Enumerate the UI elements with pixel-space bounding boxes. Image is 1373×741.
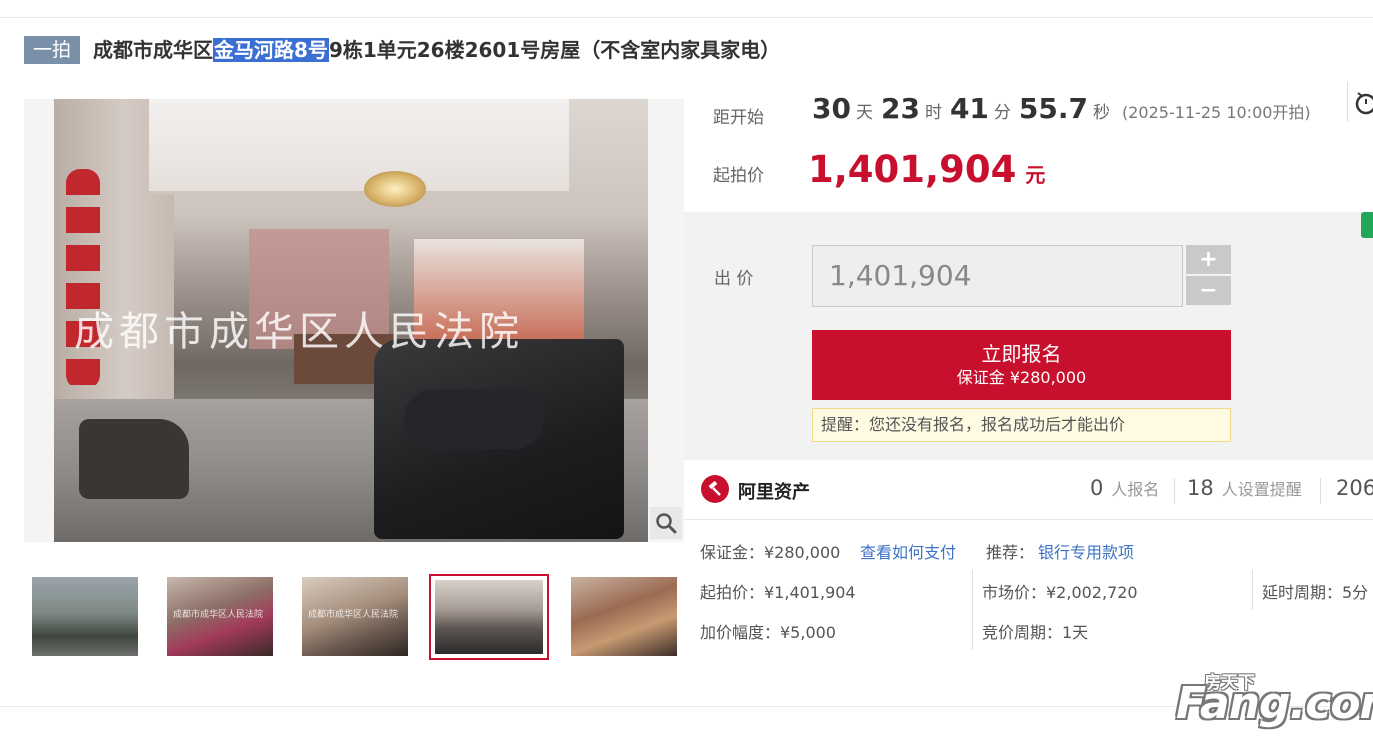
deposit-info: 保证金：¥280,000: [700, 543, 841, 562]
signup-notice: 提醒：您还没有报名，报名成功后才能出价: [812, 408, 1231, 442]
thumbnail-1[interactable]: [32, 577, 138, 656]
bank-funds-link[interactable]: 银行专用款项: [1038, 539, 1134, 563]
thumbnail-4-image: [435, 580, 543, 654]
hammer-icon: [708, 480, 721, 496]
bid-panel: 出 价 1,401,904 + − 立即报名 保证金 ¥280,000 提醒：您…: [684, 212, 1373, 460]
bid-label: 出 价: [714, 269, 754, 289]
signup-count-value: 0: [1090, 476, 1104, 500]
ali-assets-logo-icon: [701, 475, 729, 503]
title-prefix: 成都市成华区: [93, 38, 214, 62]
thumbnail-2[interactable]: 成都市成华区人民法院: [167, 577, 273, 656]
signup-count-label: 人报名: [1111, 480, 1160, 499]
thumbnail-1-image: [32, 577, 138, 656]
auction-page: 一拍 成都市成华区金马河路8号9栋1单元26楼2601号房屋（不含室内家具家电）…: [0, 0, 1373, 741]
ali-assets-brand[interactable]: 阿里资产: [738, 478, 810, 504]
stat-divider: [1320, 478, 1321, 504]
reminder-clock[interactable]: [1347, 82, 1373, 122]
start-price-label: 起拍价: [713, 166, 764, 186]
signup-count: 0 人报名: [1090, 476, 1159, 500]
countdown-minutes: 41: [949, 92, 989, 125]
main-photo: 成都市成华区人民法院: [54, 99, 648, 542]
countdown-label: 距开始: [713, 108, 764, 128]
countdown-hours: 23: [880, 92, 920, 125]
bottom-divider: [0, 706, 1373, 707]
title-row: 一拍 成都市成华区金马河路8号9栋1单元26楼2601号房屋（不含室内家具家电）: [24, 34, 780, 66]
how-to-pay-link[interactable]: 查看如何支付: [860, 539, 956, 563]
alarm-clock-icon: [1355, 92, 1373, 115]
increment-info: 加价幅度：¥5,000: [700, 623, 836, 642]
fang-logo: 房天下 Fang.com: [1176, 668, 1373, 732]
countdown-minutes-unit: 分: [993, 103, 1011, 123]
bid-plus-button[interactable]: +: [1186, 245, 1231, 274]
delay-period-info: 延时周期：5分: [1262, 583, 1369, 602]
countdown-days: 30: [812, 92, 851, 125]
bid-period-info: 竞价周期：1天: [982, 623, 1089, 642]
countdown-panel: 距开始 30 天 23 时 41 分 55.7 秒 (2025-11-25 10:00开…: [684, 70, 1373, 212]
start-time-note: (2025-11-25 10:00开拍): [1122, 103, 1311, 122]
signup-button[interactable]: 立即报名 保证金 ¥280,000: [812, 330, 1231, 400]
photo-sofa-arm: [404, 389, 544, 449]
bid-minus-button[interactable]: −: [1186, 276, 1231, 305]
signup-button-deposit: 保证金 ¥280,000: [956, 368, 1087, 387]
photo-chandelier: [364, 171, 426, 207]
photo-bag: [79, 419, 189, 499]
photo-watermark: 成都市成华区人民法院: [74, 309, 524, 355]
countdown-seconds: 55.7: [1018, 92, 1088, 125]
zoom-button[interactable]: [650, 507, 682, 539]
recommend-label: 推荐：: [986, 543, 1035, 562]
reminder-count: 18 人设置提醒: [1187, 476, 1302, 500]
bid-amount-input[interactable]: 1,401,904: [812, 245, 1183, 307]
reminder-count-value: 18: [1187, 476, 1214, 500]
thumbnail-3-watermark: 成都市成华区人民法院: [308, 610, 399, 620]
info-divider: [972, 570, 973, 650]
magnifier-icon: [656, 513, 677, 534]
top-divider: [0, 17, 1373, 18]
countdown-days-unit: 天: [855, 103, 873, 123]
main-image-viewer[interactable]: 成都市成华区人民法院: [24, 99, 684, 542]
thumbnail-4-active[interactable]: [429, 574, 549, 660]
signup-button-label: 立即报名: [981, 342, 1062, 366]
start-price-currency: 元: [1025, 163, 1046, 187]
market-price-info: 市场价：¥2,002,720: [982, 583, 1138, 602]
start-price-info: 起拍价：¥1,401,904: [700, 583, 856, 602]
stat-divider: [1174, 478, 1175, 504]
title-highlight[interactable]: 金马河路8号: [213, 38, 329, 62]
thumbnail-5-image: [571, 577, 677, 656]
start-price: 1,401,904 元: [808, 148, 1045, 191]
thumbnail-2-watermark: 成都市成华区人民法院: [173, 610, 264, 620]
title-suffix: 9栋1单元26楼2601号房屋（不含室内家具家电）: [328, 38, 781, 62]
fang-logo-en: Fang.com: [1176, 678, 1373, 729]
info-divider: [1252, 570, 1253, 610]
page-title: 成都市成华区金马河路8号9栋1单元26楼2601号房屋（不含室内家具家电）: [93, 34, 780, 66]
thumbnail-3[interactable]: 成都市成华区人民法院: [302, 577, 408, 656]
countdown-hours-unit: 时: [924, 103, 942, 123]
countdown-timer: 30 天 23 时 41 分 55.7 秒 (2025-11-25 10:00开拍): [812, 92, 1311, 132]
thumbnail-5[interactable]: [571, 577, 677, 656]
reminder-count-label: 人设置提醒: [1221, 480, 1302, 499]
countdown-seconds-unit: 秒: [1093, 103, 1110, 123]
start-price-amount: 1,401,904: [808, 148, 1017, 191]
photo-ceiling: [149, 99, 569, 194]
stats-row: 阿里资产 0 人报名 18 人设置提醒 206: [684, 460, 1373, 520]
round-badge: 一拍: [24, 36, 81, 64]
view-count-value: 206: [1336, 476, 1373, 500]
view-count: 206: [1336, 476, 1373, 500]
side-tab[interactable]: [1361, 212, 1373, 238]
